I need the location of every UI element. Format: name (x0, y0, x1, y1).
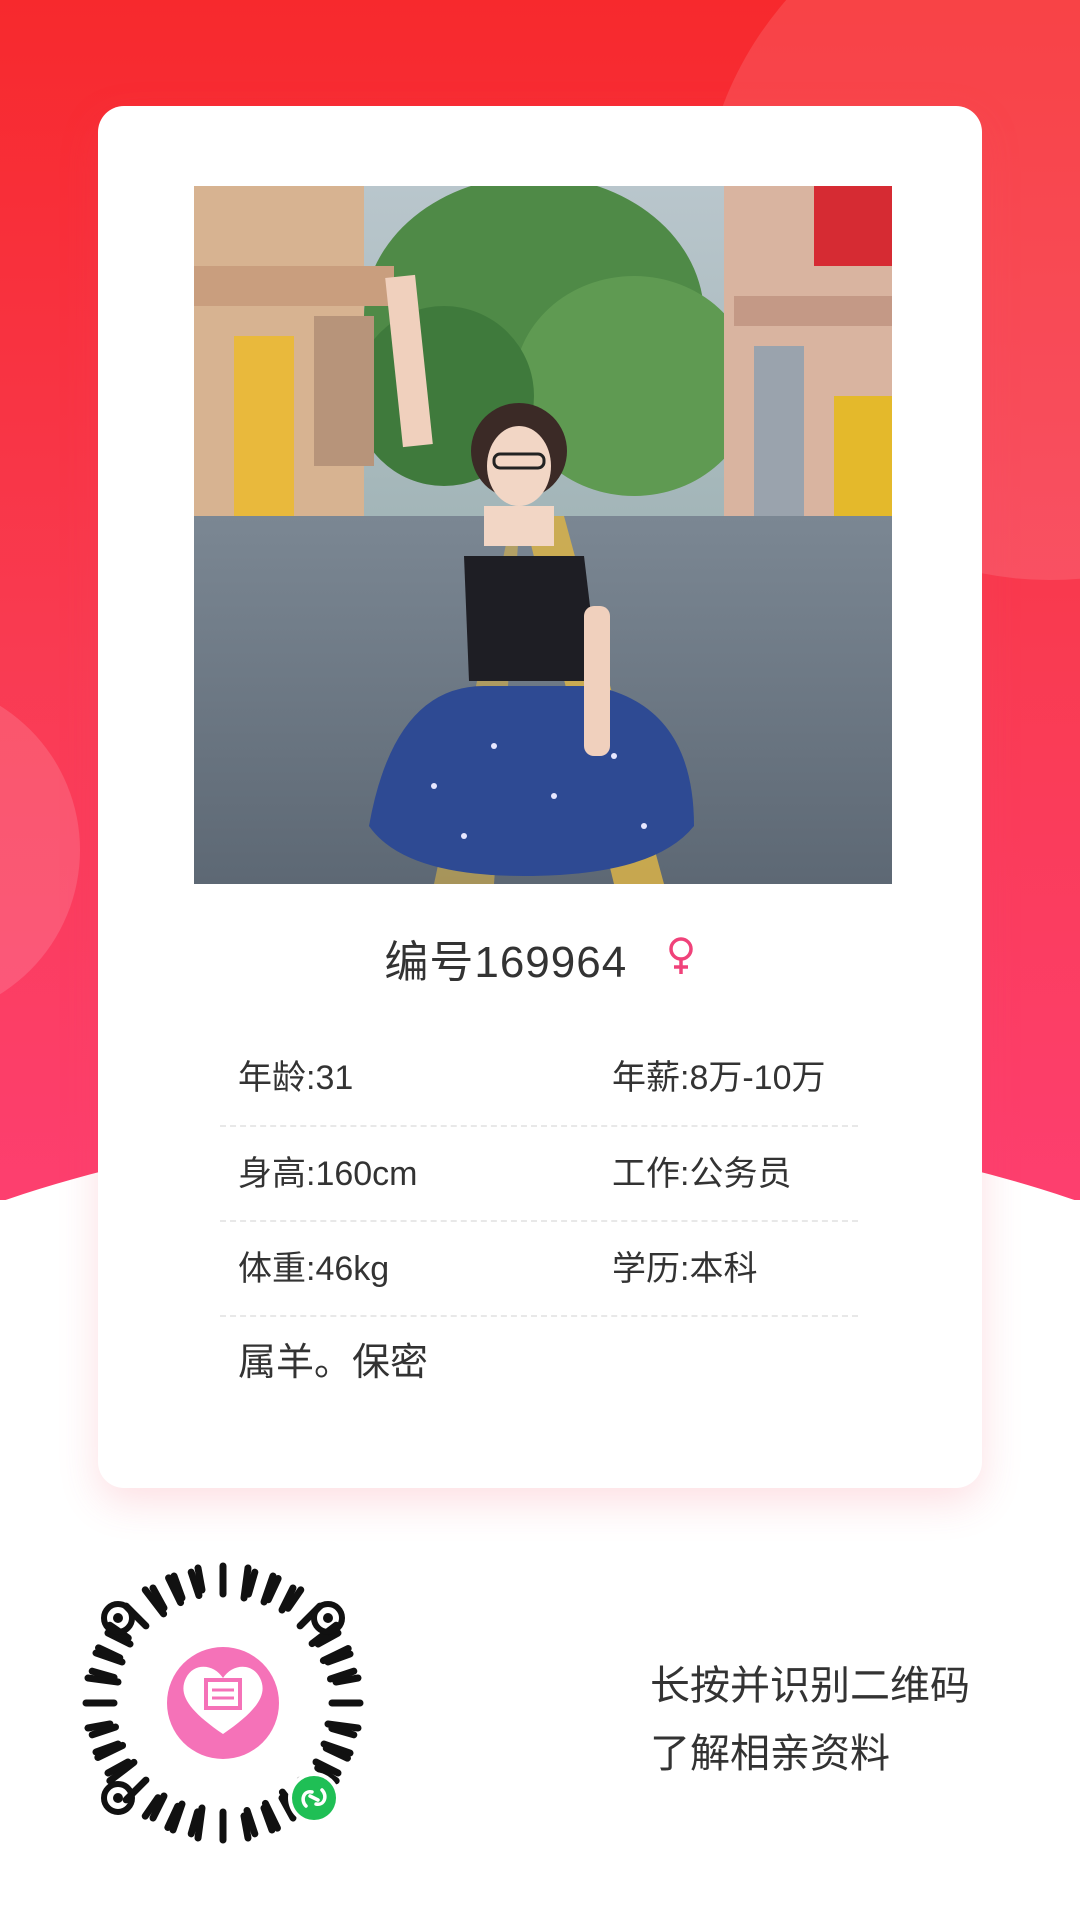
profile-title-row: 编号169964 (98, 926, 982, 996)
profile-id: 编号169964 (384, 938, 628, 987)
info-row: 身高:160cm 工作:公务员 (220, 1127, 858, 1222)
age-field: 年龄:31 (238, 1059, 354, 1097)
job-field: 工作:公务员 (612, 1155, 792, 1193)
info-row: 体重:46kg 学历:本科 (220, 1222, 858, 1317)
salary-field: 年薪:8万-10万 (612, 1059, 826, 1097)
height-field: 身高:160cm (238, 1155, 418, 1193)
mini-program-qr-code[interactable] (78, 1558, 368, 1848)
qr-caption: 长按并识别二维码 了解相亲资料 (650, 1652, 970, 1788)
qr-caption-line1: 长按并识别二维码 (650, 1664, 970, 1708)
education-field: 学历:本科 (612, 1250, 758, 1288)
profile-note: 属羊。保密 (238, 1342, 429, 1384)
profile-photo[interactable] (194, 186, 892, 884)
info-row: 年龄:31 年薪:8万-10万 (220, 1032, 858, 1127)
decor-circle-left (0, 680, 80, 1020)
qr-caption-line2: 了解相亲资料 (650, 1732, 890, 1776)
female-icon (666, 936, 696, 981)
profile-card: 编号169964 年龄:31 年薪:8万-10万 身高:160cm 工作:公务员… (98, 106, 982, 1488)
profile-info-grid: 年龄:31 年薪:8万-10万 身高:160cm 工作:公务员 体重:46kg … (220, 1032, 858, 1317)
weight-field: 体重:46kg (238, 1250, 390, 1288)
